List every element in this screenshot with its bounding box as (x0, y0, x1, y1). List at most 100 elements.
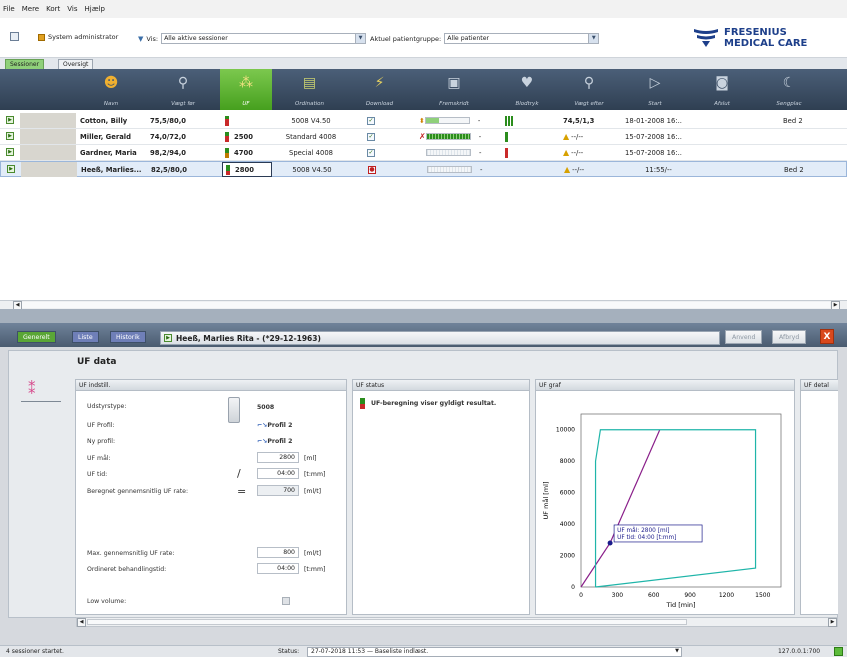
annotation-line-2: UF tid: 04:00 [t:mm] (617, 535, 676, 541)
col-start[interactable]: ▷ Start (620, 69, 690, 110)
patient-header: ▶ Heeß, Marlies Rita - (*29-12-1963) (160, 331, 720, 345)
ordination: Standard 4008 (285, 132, 337, 141)
warning-icon: ▲ (564, 165, 571, 174)
panel-splitter[interactable] (0, 309, 847, 323)
uf-data-icon: ⁑ (28, 380, 36, 398)
row-marker-icon[interactable]: ▶ (6, 132, 14, 140)
table-row[interactable]: ▶ Cotton, Billy 75,5/80,0 5008 V4.50 ✓ ⬍… (0, 113, 847, 129)
scroll-right-icon[interactable]: ▶ (828, 618, 837, 627)
grid-horizontal-scrollbar[interactable]: ◀ ▶ (0, 300, 847, 310)
weight-before: 75,5/80,0 (150, 116, 187, 125)
table-row[interactable]: ▶ Gardner, Maria 98,2/94,0 4700 Special … (0, 145, 847, 161)
col-weight-before[interactable]: ⚲ Vægt før (146, 69, 220, 110)
menu-card[interactable]: Kort (46, 5, 60, 13)
row-blank (21, 162, 77, 177)
table-row-selected[interactable]: ▶ Heeß, Marlies... 82,5/80,0 2800 5008 V… (0, 161, 847, 177)
low-volume-checkbox[interactable] (282, 597, 290, 605)
row-blank (20, 113, 76, 128)
filter-label: Vis: (146, 34, 159, 43)
download-check-icon: ✓ (367, 132, 375, 141)
row-marker-icon[interactable]: ▶ (7, 165, 15, 173)
scroll-left-icon[interactable]: ◀ (77, 618, 86, 627)
uf-time-field[interactable]: 04:00 (257, 468, 299, 479)
close-icon[interactable]: X (820, 329, 834, 344)
col-download[interactable]: ⚡ Download (347, 69, 412, 110)
status-bar-icon (360, 398, 365, 409)
status-label: Status: (278, 648, 300, 655)
y-tick-label: 6000 (560, 490, 575, 497)
col-uf[interactable]: ⁂ UF (220, 69, 272, 110)
fresenius-logo-icon (692, 26, 720, 50)
start-time: 15-07-2008 16:.. (625, 148, 682, 157)
tab-history[interactable]: Historik (110, 331, 146, 343)
tab-overview[interactable]: Oversigt (58, 59, 94, 69)
menu-help[interactable]: Hjælp (85, 5, 105, 13)
x-tick-label: 600 (648, 592, 660, 599)
ord-time-field[interactable]: 04:00 (257, 563, 299, 574)
tab-general[interactable]: Generelt (17, 331, 56, 343)
uf-cell: 4700 (222, 145, 270, 160)
max-rate-field[interactable]: 800 (257, 547, 299, 558)
menu-view[interactable]: Vis (67, 5, 77, 13)
user-info[interactable]: System administrator (38, 33, 118, 41)
new-profile-value[interactable]: ⌐↘Profil 2 (257, 438, 292, 445)
connection-icon (834, 647, 843, 656)
table-row[interactable]: ▶ Miller, Gerald 74,0/72,0 2500 Standard… (0, 129, 847, 145)
status-field[interactable]: 27-07-2018 11:53 — Baseliste indlæst. ▼ (307, 647, 682, 657)
max-rate-unit: [ml/t] (304, 550, 322, 557)
group-area: Aktuel patientgruppe: Alle patienter ▼ (370, 33, 600, 44)
col-progress[interactable]: ▣ Fremskridt (412, 69, 496, 110)
device-value: 5008 (257, 404, 275, 411)
weight-after-cell: ▲ --/-- (563, 132, 584, 141)
download-check-icon: ✓ (367, 148, 375, 157)
section-title: UF indstill. (76, 380, 346, 391)
device-icon (228, 397, 240, 423)
patient-group-select[interactable]: Alle patienter ▼ (444, 33, 600, 44)
session-filter-select[interactable]: Alle aktive sessioner ▼ (161, 33, 367, 44)
col-weight-after[interactable]: ⚲ Vægt efter (558, 69, 620, 110)
uf-panel: ⁑ UF data UF indstill. Udstyrstype: 5008… (8, 350, 838, 618)
profile-value[interactable]: ⌐↘Profil 2 (257, 422, 292, 429)
progress-bar (424, 117, 470, 124)
menu-file[interactable]: File (3, 5, 15, 13)
row-marker-icon[interactable]: ▶ (6, 116, 14, 124)
section-title: UF detal (801, 380, 838, 391)
tab-sessions[interactable]: Sessioner (5, 59, 45, 69)
x-tick-label: 300 (612, 592, 624, 599)
tab-list[interactable]: Liste (72, 331, 99, 343)
col-blood-pressure[interactable]: ♥ Blodtryk (496, 69, 558, 110)
cancel-button[interactable]: Afbryd (772, 330, 807, 344)
session-grid: ▶ Cotton, Billy 75,5/80,0 5008 V4.50 ✓ ⬍… (0, 110, 847, 300)
uf-settings-section: UF indstill. Udstyrstype: 5008 UF Profil… (75, 379, 347, 615)
menu-more[interactable]: Mere (22, 5, 39, 13)
patient-name: Gardner, Maria (80, 148, 137, 157)
brand-name: FRESENIUS MEDICAL CARE (724, 27, 808, 49)
uf-status-section: UF status UF-beregning viser gyldigt res… (352, 379, 530, 615)
uf-goal-field[interactable]: 2800 (257, 452, 299, 463)
uf-time-unit: [t:mm] (304, 471, 326, 478)
detail-horizontal-scrollbar[interactable]: ◀ ▶ (76, 617, 838, 627)
row-marker-icon[interactable]: ▶ (6, 148, 14, 156)
uf-goal-unit: [ml] (304, 455, 317, 462)
apply-button[interactable]: Anvend (725, 330, 763, 344)
progress-bar (426, 149, 471, 156)
scroll-thumb[interactable] (87, 619, 687, 625)
grid-view-icon[interactable] (10, 32, 19, 41)
warning-icon: ▲ (563, 132, 570, 141)
uf-cell-selected[interactable]: 2800 (222, 162, 272, 177)
col-ordination[interactable]: ▤ Ordination (272, 69, 347, 110)
patient-title: Heeß, Marlies Rita - (*29-12-1963) (176, 333, 321, 343)
patient-name: Miller, Gerald (80, 132, 131, 141)
profile-graph-icon: ⌐↘ (257, 422, 268, 429)
col-bed[interactable]: ☾ Sengplac (754, 69, 824, 110)
status-message: UF-beregning viser gyldigt resultat. (371, 400, 497, 407)
y-tick-label: 2000 (560, 553, 575, 560)
download-error-icon: ● (368, 165, 376, 174)
col-name[interactable]: ☻ Navn (76, 69, 146, 110)
uf-chart: 0 2000 4000 6000 8000 10000 0 300 600 900 1200 1500… (541, 413, 782, 609)
uf-bar-icon (225, 115, 229, 126)
scroll-track[interactable] (22, 302, 830, 308)
y-tick-label: 8000 (560, 458, 575, 465)
col-end[interactable]: ◙ Afslut (690, 69, 754, 110)
low-volume-label: Low volume: (87, 598, 127, 605)
